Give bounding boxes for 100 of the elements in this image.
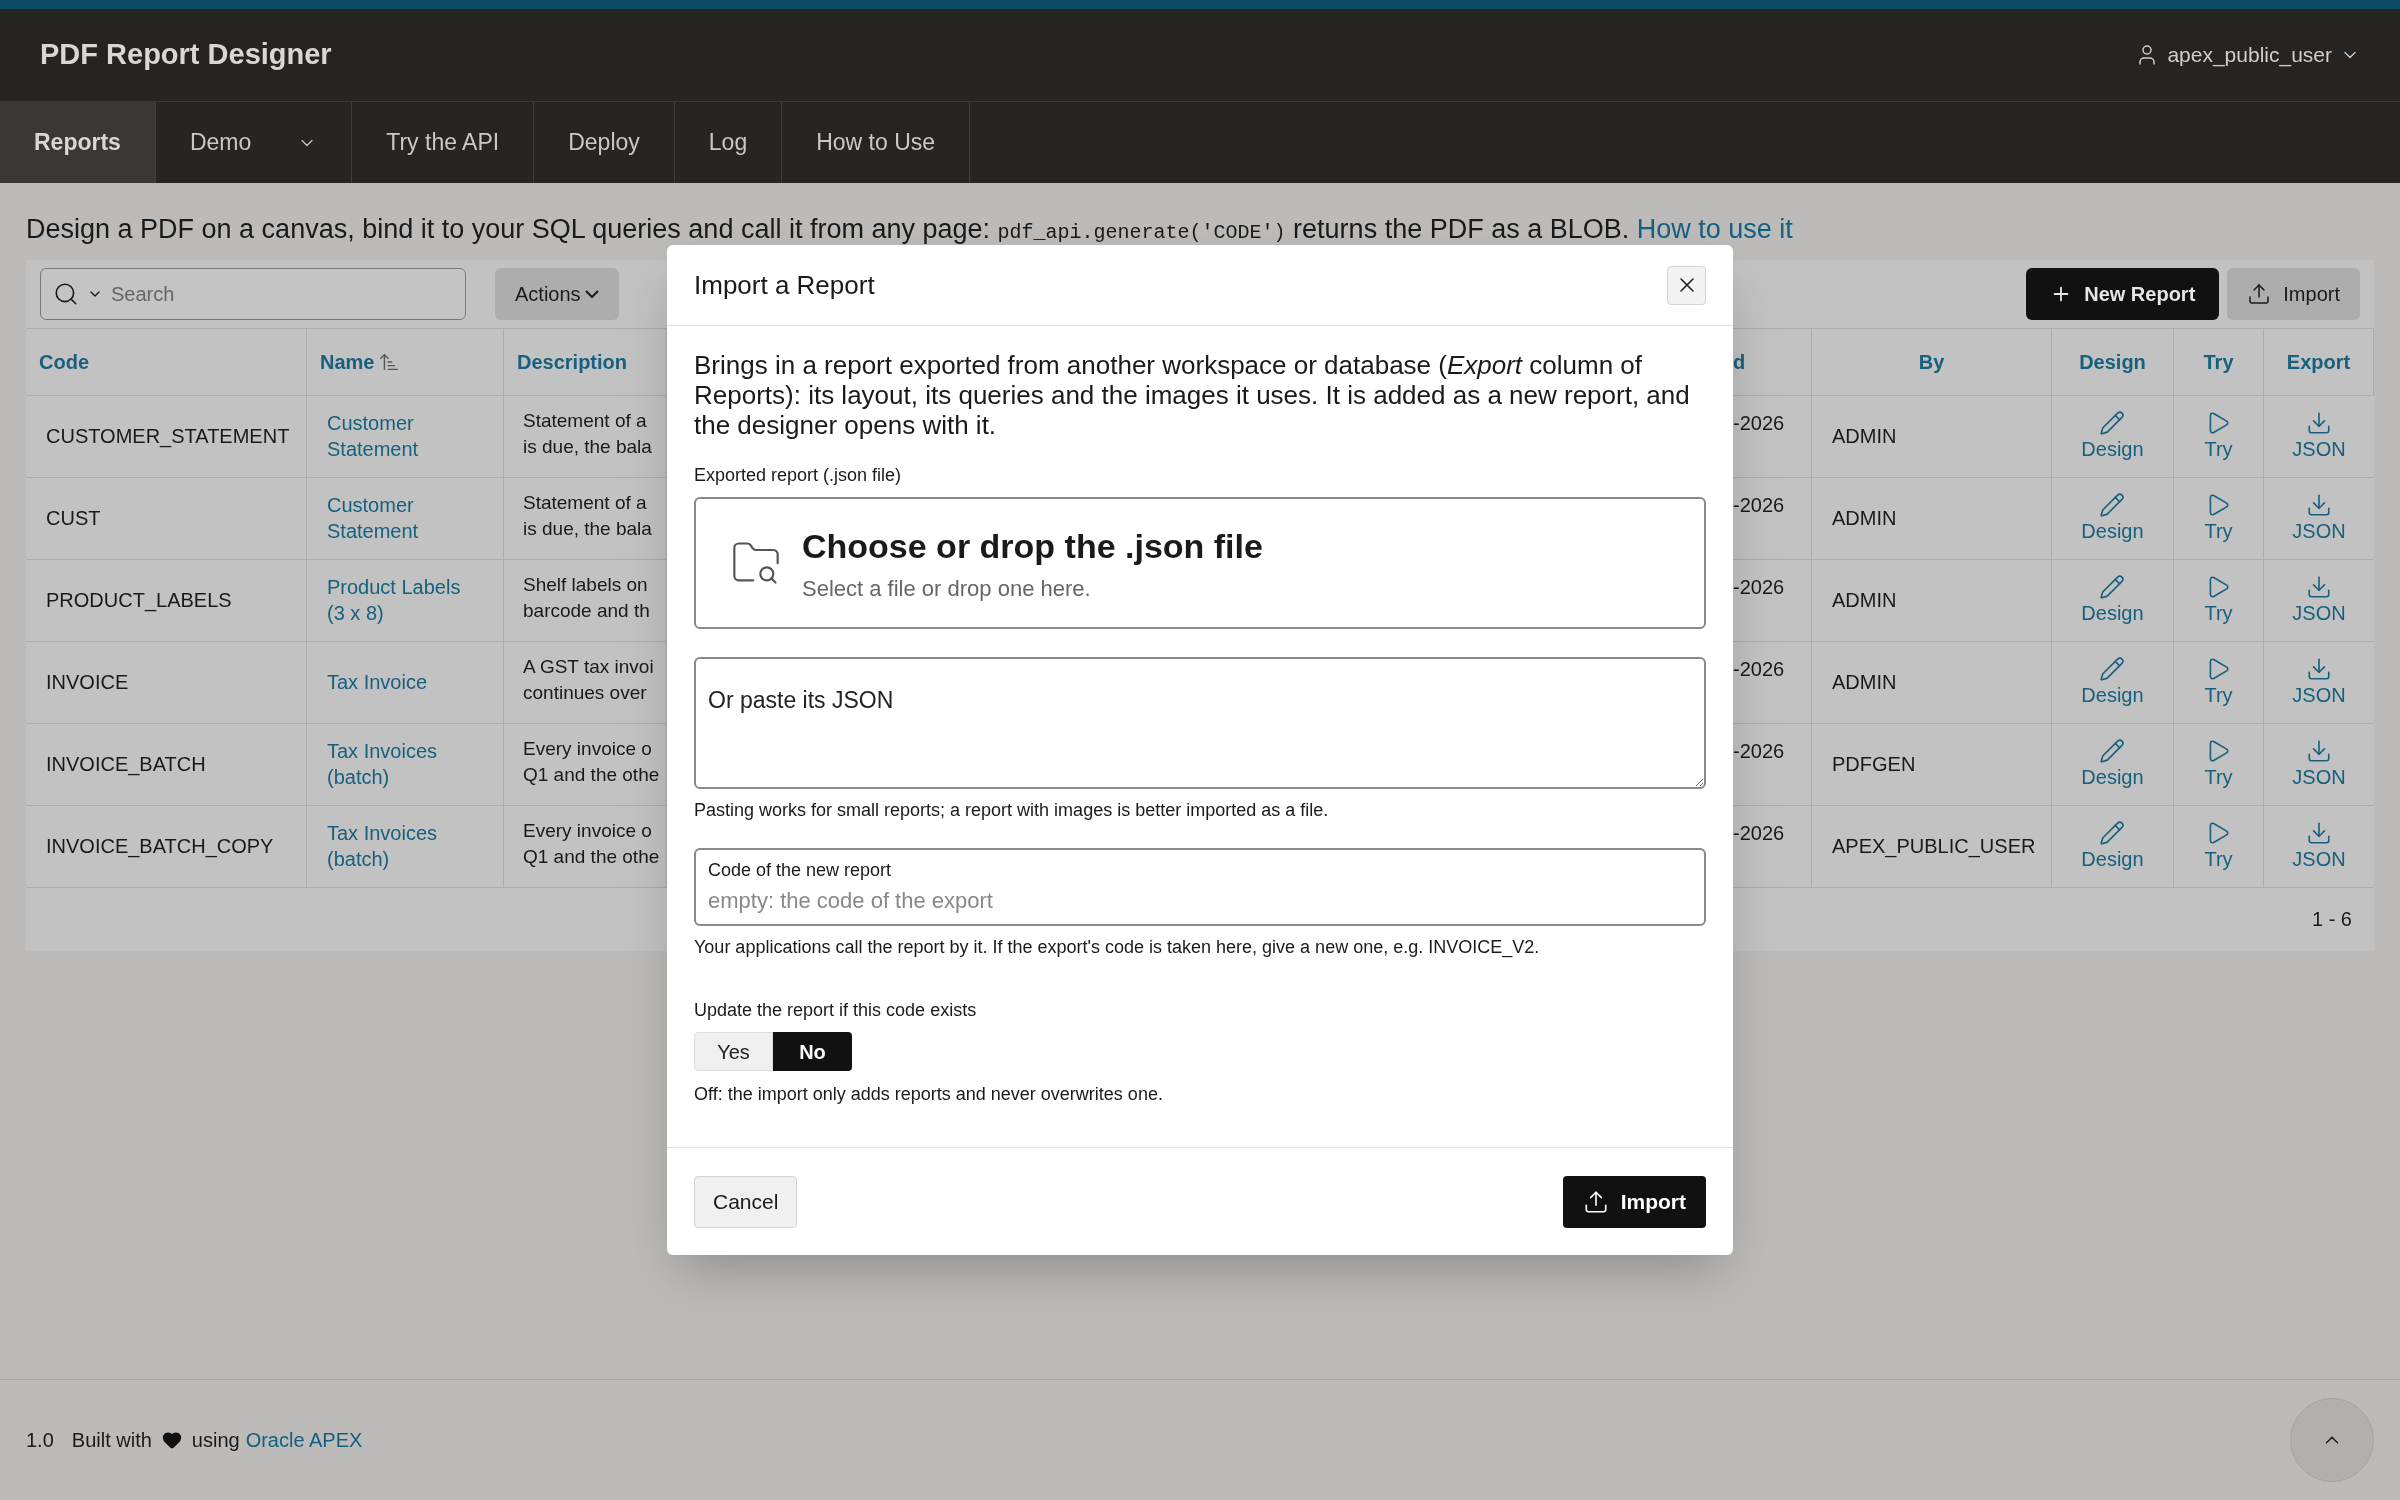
how-to-use-link[interactable]: How to use it [1636,214,1793,244]
table-cell: -2026 [1733,411,1785,434]
nav-tab[interactable]: Reports [0,102,156,183]
version-text: 1.0 [26,1428,54,1453]
drop-zone-title: Choose or drop the .json file [802,526,1263,567]
table-cell-text: Shelf labels on [523,572,649,597]
action-link[interactable]: Try [2204,656,2233,708]
table-cell-text: PDFGEN [1832,752,1916,777]
action-link[interactable]: Try [2204,738,2233,790]
dialog-title: Import a Report [694,268,875,302]
download-icon [2306,656,2332,682]
user-menu[interactable]: apex_public_user [2135,39,2360,71]
file-drop-zone[interactable]: Choose or drop the .json file Select a file or drop one here. [694,497,1706,629]
import-button[interactable]: Import [1562,1175,1706,1228]
dialog-description: Brings in a report exported from another workspace or database (Export column of Reports): its layout, its queries and the images it uses. It is added as a new report, and the designer opens with it. [694,350,1691,440]
search-input[interactable]: Search [111,278,453,309]
report-name-link[interactable]: Customer Statement [327,492,483,544]
pencil-icon [2099,410,2126,436]
pencil-icon [2099,574,2126,600]
new-report-button[interactable]: New Report [2026,267,2220,320]
table-cell-text: Q1 and the othe [523,844,661,869]
table-cell-text: INVOICE [46,670,129,695]
download-icon [2306,820,2332,846]
table-cell-text: Statement of a [523,490,648,515]
action-link[interactable]: JSON [2292,574,2346,626]
action-link[interactable]: JSON [2292,820,2346,872]
action-link[interactable]: JSON [2292,410,2346,462]
table-cell-text: INVOICE_BATCH [46,752,206,778]
column-header[interactable]: By [1918,346,1945,377]
action-link[interactable]: Try [2204,820,2233,872]
search-field[interactable]: Search [40,267,466,320]
action-link[interactable]: Try [2204,410,2233,462]
help-text: Pasting works for small reports; a report with images is better imported as a file. [694,799,1330,822]
action-link[interactable]: Try [2204,574,2233,626]
table-cell-text: PRODUCT_LABELS [46,588,232,614]
action-link[interactable]: JSON [2292,738,2346,790]
import-button[interactable]: Import [2227,267,2360,320]
app-title: PDF Report Designer [40,37,332,73]
download-icon [2306,492,2332,518]
table-cell: -2026 [1733,657,1785,680]
table-cell-text: Every invoice o [523,736,653,761]
column-header[interactable]: Description [517,346,628,377]
column-header[interactable]: d [1733,346,1746,377]
report-name-link[interactable]: Tax Invoices (batch) [327,820,483,872]
table-cell-text: ADMIN [1832,588,1897,613]
column-header[interactable]: Design [2079,346,2146,377]
action-link[interactable]: Design [2081,492,2144,544]
nav-tab[interactable]: Log [674,102,783,183]
table-cell-text: ADMIN [1832,506,1897,531]
table-cell-text: is due, the bala [523,434,653,459]
code-input[interactable]: empty: the code of the export [708,884,1692,917]
action-link[interactable]: Design [2081,410,2144,462]
report-name-link[interactable]: Tax Invoices (batch) [327,738,483,790]
column-header[interactable]: Code [39,346,89,377]
table-cell-text: Every invoice o [523,818,653,843]
action-link[interactable]: Try [2204,492,2233,544]
column-header[interactable]: Name [320,346,401,377]
nav-tab[interactable]: Demo [155,102,353,183]
action-link[interactable]: JSON [2292,656,2346,708]
table-cell-text: CUSTOMER_STATEMENT [46,424,290,450]
close-button[interactable] [1667,265,1706,305]
table-cell: -2026 [1733,821,1785,844]
toggle-option[interactable]: No [773,1032,852,1071]
table-cell-text: APEX_PUBLIC_USER [1832,834,2036,860]
oracle-apex-link[interactable]: Oracle APEX [245,1425,363,1455]
actions-button[interactable]: Actions [495,267,619,320]
help-text: Off: the import only adds reports and never overwrites one. [694,1083,1164,1106]
field-label: Update the report if this code exists [694,999,978,1022]
footer-text: Built with [71,1428,152,1453]
code-field[interactable]: Code of the new report empty: the code of the export [694,848,1706,926]
action-link[interactable]: Design [2081,820,2144,872]
table-cell-text: A GST tax invoi [523,654,655,679]
table-cell-text: ADMIN [1832,670,1897,695]
cancel-button[interactable]: Cancel [694,1175,798,1228]
action-link[interactable]: Design [2081,738,2144,790]
table-cell-text: Q1 and the othe [523,762,661,787]
report-name-link[interactable]: Product Labels (3 x 8) [327,574,483,626]
report-name-link[interactable]: Tax Invoice [327,669,428,695]
chevron-down-icon [584,289,599,298]
table-cell: -2026 [1733,575,1785,598]
nav-tab[interactable]: Deploy [534,102,675,183]
toggle-option[interactable]: Yes [694,1032,773,1071]
table-cell-text: Statement of a [523,408,648,433]
action-link[interactable]: Design [2081,656,2144,708]
action-link[interactable]: JSON [2292,492,2346,544]
nav-tab[interactable]: How to Use [782,102,971,183]
table-cell-text: is due, the bala [523,516,653,541]
help-text: Your applications call the report by it. If the export's code is taken here, give a new one, e.g. INVOICE_V2. [694,936,1541,960]
action-link[interactable]: Design [2081,574,2144,626]
nav-tab[interactable]: Try the API [352,102,535,183]
table-cell-text: INVOICE_BATCH_COPY [46,834,274,860]
column-header[interactable]: Try [2203,346,2234,377]
pencil-icon [2099,656,2126,682]
json-paste-field[interactable]: Or paste its JSON [694,657,1706,789]
pencil-icon [2099,820,2126,846]
download-icon [2306,738,2332,764]
table-cell-text: ADMIN [1832,424,1897,449]
table-cell: -2026 [1733,739,1785,762]
column-header[interactable]: Export [2286,346,2351,377]
report-name-link[interactable]: Customer Statement [327,410,483,462]
